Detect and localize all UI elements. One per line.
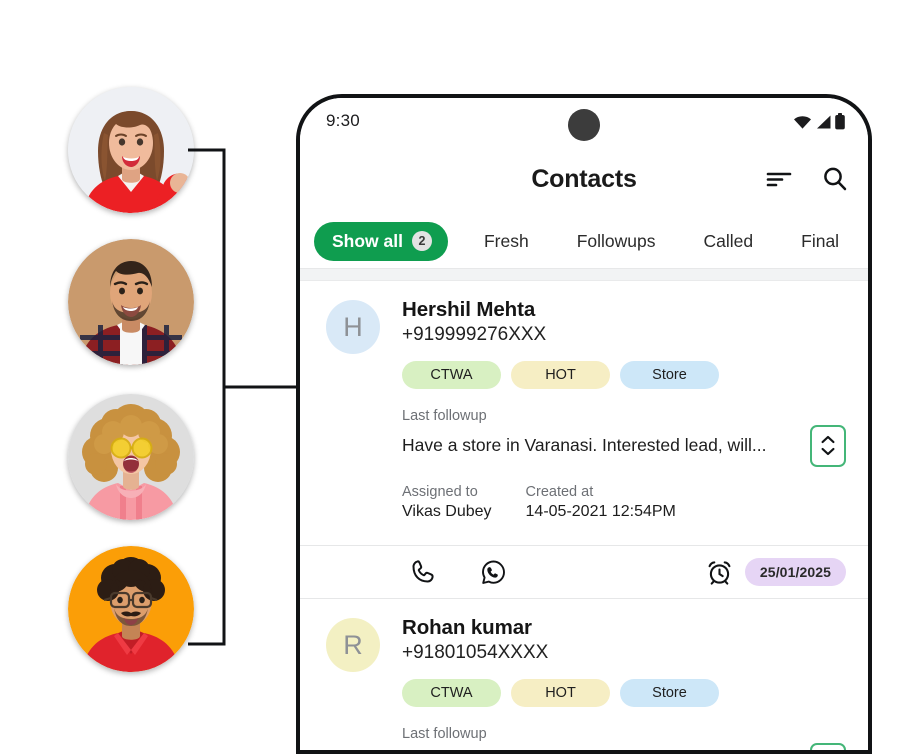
front-camera-punchhole [568, 109, 600, 141]
tab-fresh[interactable]: Fresh [448, 231, 553, 252]
phone-screen: 9:30 Contacts Show all 2 Fresh Followups… [300, 98, 868, 750]
avatar: R [326, 618, 380, 673]
last-followup-row: Have a store in Varanasi. Interested lea… [402, 424, 850, 467]
expand-collapse-stepper[interactable] [810, 424, 846, 467]
last-followup-row [402, 742, 850, 750]
tab-called[interactable]: Called [680, 231, 778, 252]
status-badge-store[interactable]: Store [620, 360, 719, 389]
contact-meta: Assigned to Vikas Dubey Created at 14-05… [402, 483, 850, 523]
cellular-signal-icon [817, 115, 831, 128]
tab-show-all[interactable]: Show all 2 [314, 221, 448, 261]
tab-followups[interactable]: Followups [553, 231, 680, 252]
chevron-up-icon [821, 436, 835, 444]
app-bar-actions [766, 166, 848, 192]
tabs-divider [300, 268, 868, 281]
contact-action-bar: 25/01/2025 [300, 545, 868, 600]
status-bar-system-icons [793, 112, 846, 130]
contact-card[interactable]: H Hershil Mehta +919999276XXX CTWA HOT S… [300, 281, 868, 600]
contact-name: Rohan kumar [402, 616, 532, 640]
last-followup-label: Last followup [402, 407, 487, 424]
status-bar-clock: 9:30 [326, 111, 360, 130]
status-bar: 9:30 [300, 98, 868, 144]
status-badge-hot[interactable]: HOT [511, 678, 610, 707]
assigned-to-value: Vikas Dubey [402, 503, 492, 521]
contact-phone-number: +91801054XXXX [402, 642, 549, 664]
status-badge-hot[interactable]: HOT [511, 360, 610, 389]
avatar: H [326, 300, 380, 354]
created-at-value: 14-05-2021 12:54PM [525, 503, 676, 521]
filter-tabs: Show all 2 Fresh Followups Called Final [300, 214, 868, 268]
created-at-label: Created at [525, 483, 594, 500]
tab-final[interactable]: Final [777, 231, 863, 252]
phone-mockup: 9:30 Contacts Show all 2 Fresh Followups… [296, 94, 872, 754]
created-at-block: Created at 14-05-2021 12:54PM [526, 483, 676, 523]
whatsapp-icon[interactable] [480, 559, 507, 586]
contact-card-top: H Hershil Mehta +919999276XXX CTWA HOT S… [300, 281, 868, 533]
alarm-clock-icon[interactable] [706, 559, 733, 586]
assigned-to-label: Assigned to [402, 483, 478, 500]
tag-row: CTWA HOT Store [402, 360, 850, 389]
contact-card[interactable]: R Rohan kumar +91801054XXXX CTWA HOT Sto… [300, 599, 868, 750]
tag-row: CTWA HOT Store [402, 678, 850, 707]
contact-name: Hershil Mehta [402, 298, 536, 321]
status-badge-ctwa[interactable]: CTWA [402, 360, 501, 389]
reminder-date-badge[interactable]: 25/01/2025 [744, 558, 846, 587]
wifi-icon [794, 115, 811, 129]
app-bar: Contacts [300, 144, 868, 214]
search-icon[interactable] [822, 166, 848, 192]
contact-details: Rohan kumar +91801054XXXX CTWA HOT Store… [380, 615, 850, 750]
status-badge-ctwa[interactable]: CTWA [402, 678, 501, 707]
battery-icon [835, 112, 845, 129]
assigned-to-block: Assigned to Vikas Dubey [402, 483, 492, 523]
contact-details: Hershil Mehta +919999276XXX CTWA HOT Sto… [380, 297, 850, 523]
last-followup-text: Have a store in Varanasi. Interested lea… [402, 435, 767, 456]
contact-phone-number: +919999276XXX [402, 324, 547, 345]
status-badge-store[interactable]: Store [620, 678, 719, 707]
tab-show-all-badge: 2 [411, 231, 432, 251]
last-followup-label: Last followup [402, 725, 487, 742]
bracket-connector [188, 148, 300, 646]
expand-collapse-stepper[interactable] [810, 742, 846, 750]
contact-card-top: R Rohan kumar +91801054XXXX CTWA HOT Sto… [300, 599, 868, 750]
chevron-down-icon [821, 448, 835, 456]
reminder-group: 25/01/2025 [706, 558, 846, 587]
call-icon[interactable] [410, 559, 436, 585]
tab-show-all-label: Show all [332, 230, 403, 251]
filter-icon[interactable] [766, 169, 792, 189]
